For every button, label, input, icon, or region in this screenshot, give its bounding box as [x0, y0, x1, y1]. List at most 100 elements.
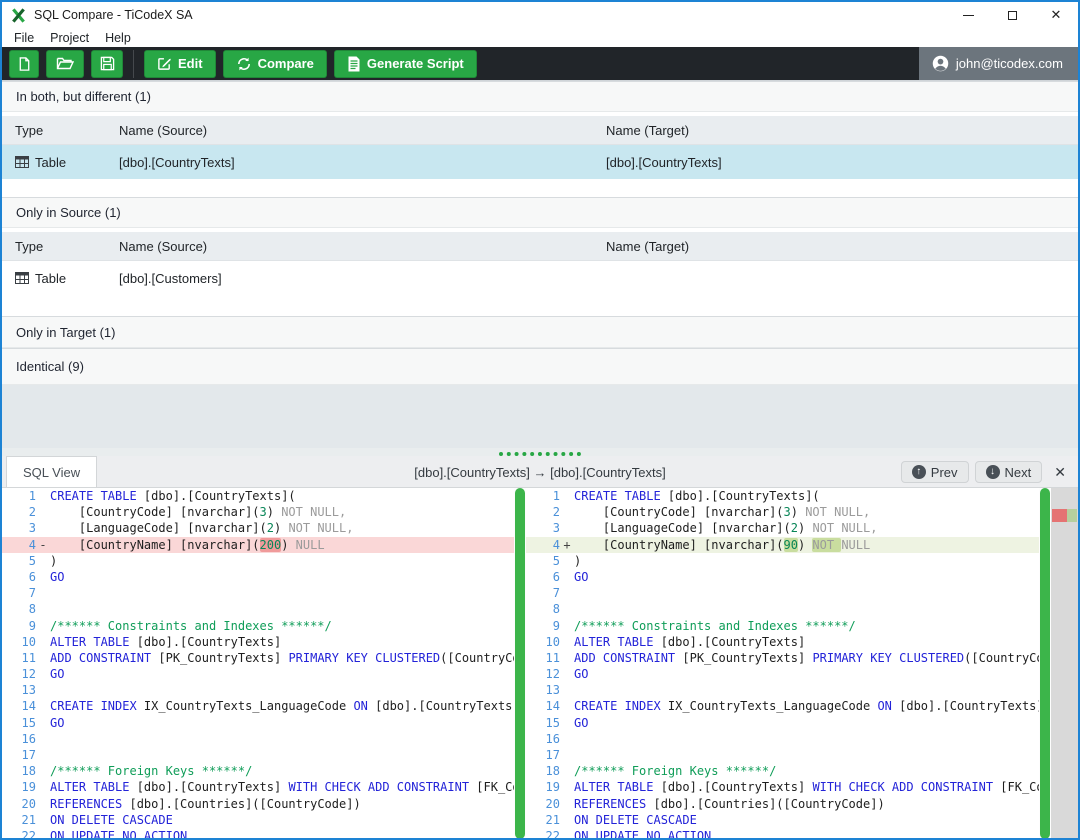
code-line: 9/****** Constraints and Indexes ******/ — [526, 618, 1039, 634]
generate-script-button[interactable]: Generate Script — [334, 50, 477, 78]
col-name-target[interactable]: Name (Target) — [606, 239, 1078, 254]
menu-bar: File Project Help — [2, 28, 1078, 47]
code-line: 7 — [2, 585, 514, 601]
close-icon: ✕ — [1051, 7, 1062, 23]
script-file-icon — [347, 56, 361, 72]
next-label: Next — [1005, 465, 1032, 480]
section-header-only-target[interactable]: Only in Target (1) — [2, 316, 1078, 348]
code-line: 21ON DELETE CASCADE — [526, 812, 1039, 828]
code-line: 1CREATE TABLE [dbo].[CountryTexts]( — [526, 488, 1039, 504]
save-project-button[interactable] — [91, 50, 123, 78]
horizontal-splitter[interactable] — [2, 448, 1078, 456]
code-line: 21ON DELETE CASCADE — [2, 812, 514, 828]
maximize-button[interactable] — [990, 2, 1034, 28]
menu-project[interactable]: Project — [42, 31, 97, 45]
row-type: Table — [35, 271, 66, 286]
edit-button[interactable]: Edit — [144, 50, 216, 78]
sql-diff-view: 1CREATE TABLE [dbo].[CountryTexts](2 [Co… — [2, 488, 1078, 839]
column-headers: Type Name (Source) Name (Target) — [2, 232, 1078, 261]
sql-view-close-button[interactable]: ✕ — [1048, 464, 1072, 481]
app-logo-icon — [11, 8, 26, 23]
section-in-both: In both, but different (1) Type Name (So… — [2, 81, 1078, 197]
tab-sql-view[interactable]: SQL View — [6, 456, 97, 487]
code-line: 10ALTER TABLE [dbo].[CountryTexts] — [2, 634, 514, 650]
sql-editor-target[interactable]: 1CREATE TABLE [dbo].[CountryTexts](2 [Co… — [526, 488, 1039, 839]
scrollbar-thumb[interactable] — [515, 488, 525, 839]
section-title: Only in Target (1) — [16, 325, 115, 340]
code-line: 1CREATE TABLE [dbo].[CountryTexts]( — [2, 488, 514, 504]
code-line: 12GO — [2, 666, 514, 682]
prev-button[interactable]: ↑ Prev — [901, 461, 969, 483]
code-line: 20REFERENCES [dbo].[Countries]([CountryC… — [2, 796, 514, 812]
prev-arrow-icon: ↑ — [912, 465, 926, 479]
app-window: SQL Compare - TiCodeX SA ✕ File Project … — [0, 0, 1080, 840]
menu-file[interactable]: File — [6, 31, 42, 45]
row-type: Table — [35, 155, 66, 170]
code-line: 11ADD CONSTRAINT [PK_CountryTexts] PRIMA… — [526, 650, 1039, 666]
code-line: 5) — [526, 553, 1039, 569]
column-headers: Type Name (Source) Name (Target) — [2, 116, 1078, 145]
code-line: 18/****** Foreign Keys ******/ — [2, 763, 514, 779]
sql-editor-source[interactable]: 1CREATE TABLE [dbo].[CountryTexts](2 [Co… — [2, 488, 514, 839]
code-line: 9/****** Constraints and Indexes ******/ — [2, 618, 514, 634]
scrollbar-target[interactable] — [1039, 488, 1051, 839]
col-name-source[interactable]: Name (Source) — [119, 239, 606, 254]
code-line: 5) — [2, 553, 514, 569]
code-line: 22ON UPDATE NO ACTION — [526, 828, 1039, 839]
toolbar: Edit Compare Generate Script john@ticode… — [2, 47, 1078, 80]
edit-label: Edit — [178, 56, 203, 71]
scrollbar-thumb[interactable] — [1040, 488, 1050, 839]
scrollbar-source[interactable] — [514, 488, 526, 839]
code-line: 4+ [CountryName] [nvarchar](90) NOT NULL — [526, 537, 1039, 553]
code-line: 13 — [2, 682, 514, 698]
code-line: 14CREATE INDEX IX_CountryTexts_LanguageC… — [2, 698, 514, 714]
code-line: 19ALTER TABLE [dbo].[CountryTexts] WITH … — [526, 779, 1039, 795]
code-line: 3 [LanguageCode] [nvarchar](2) NOT NULL, — [2, 520, 514, 536]
section-header-only-source[interactable]: Only in Source (1) — [2, 197, 1078, 228]
next-button[interactable]: ↓ Next — [975, 461, 1043, 483]
diff-overview-ruler[interactable] — [1051, 488, 1078, 839]
table-row-customers[interactable]: Table [dbo].[Customers] — [2, 261, 1078, 295]
table-icon — [15, 156, 29, 168]
sql-view-bar: SQL View [dbo].[CountryTexts] → [dbo].[C… — [2, 456, 1078, 488]
section-header-identical[interactable]: Identical (9) — [2, 348, 1078, 385]
code-line: 15GO — [526, 715, 1039, 731]
open-project-button[interactable] — [46, 50, 84, 78]
next-arrow-icon: ↓ — [986, 465, 1000, 479]
generate-script-label: Generate Script — [367, 56, 464, 71]
new-project-button[interactable] — [9, 50, 39, 78]
code-line: 11ADD CONSTRAINT [PK_CountryTexts] PRIMA… — [2, 650, 514, 666]
section-header-in-both[interactable]: In both, but different (1) — [2, 81, 1078, 112]
user-icon — [932, 55, 949, 72]
row-source: [dbo].[CountryTexts] — [119, 155, 606, 170]
code-line: 14CREATE INDEX IX_CountryTexts_LanguageC… — [526, 698, 1039, 714]
code-line: 16 — [526, 731, 1039, 747]
col-type[interactable]: Type — [15, 239, 119, 254]
new-file-icon — [17, 56, 32, 72]
col-name-target[interactable]: Name (Target) — [606, 123, 1078, 138]
col-type[interactable]: Type — [15, 123, 119, 138]
account-button[interactable]: john@ticodex.com — [919, 47, 1078, 80]
maximize-icon — [1008, 11, 1017, 20]
open-folder-icon — [56, 56, 74, 71]
code-line: 15GO — [2, 715, 514, 731]
compare-button[interactable]: Compare — [223, 50, 327, 78]
code-line: 12GO — [526, 666, 1039, 682]
table-icon — [15, 272, 29, 284]
menu-help[interactable]: Help — [97, 31, 139, 45]
code-line: 8 — [2, 601, 514, 617]
code-line: 8 — [526, 601, 1039, 617]
col-name-source[interactable]: Name (Source) — [119, 123, 606, 138]
diff-mark-added — [1067, 509, 1077, 522]
code-line: 20REFERENCES [dbo].[Countries]([CountryC… — [526, 796, 1039, 812]
table-row-countrytexts[interactable]: Table [dbo].[CountryTexts] [dbo].[Countr… — [2, 145, 1078, 179]
code-line: 18/****** Foreign Keys ******/ — [526, 763, 1039, 779]
minimize-button[interactable] — [946, 2, 990, 28]
row-target: [dbo].[CountryTexts] — [606, 155, 1078, 170]
title-bar: SQL Compare - TiCodeX SA ✕ — [2, 2, 1078, 28]
code-line: 17 — [2, 747, 514, 763]
prev-label: Prev — [931, 465, 958, 480]
close-button[interactable]: ✕ — [1034, 2, 1078, 28]
code-line: 17 — [526, 747, 1039, 763]
code-line: 13 — [526, 682, 1039, 698]
